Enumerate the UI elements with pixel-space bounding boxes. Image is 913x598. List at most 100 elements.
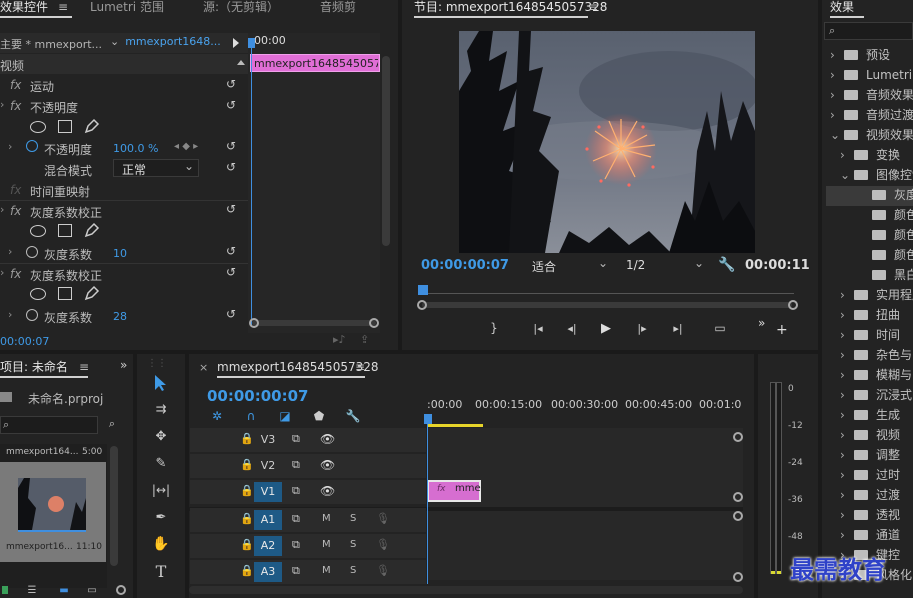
program-zoom-bar[interactable]: [422, 302, 792, 308]
icon-view-icon[interactable]: ▬: [56, 584, 72, 596]
effects-item[interactable]: › 预设: [826, 46, 890, 66]
tab-audio-clip-mixer[interactable]: 音频剪: [320, 0, 356, 18]
track-target-button[interactable]: V1: [254, 482, 282, 502]
opacity-value[interactable]: 100.0 %: [113, 142, 158, 155]
linked-selection-icon[interactable]: ∩: [243, 408, 259, 424]
effects-item[interactable]: 颜色: [826, 226, 913, 246]
lock-icon[interactable]: 🔒: [240, 512, 254, 525]
effects-item[interactable]: › 调整: [826, 446, 900, 466]
eye-icon[interactable]: 👁: [320, 484, 335, 498]
scrollbar-vertical[interactable]: [382, 56, 390, 246]
reset-icon[interactable]: ↺: [226, 78, 238, 90]
sync-lock-icon[interactable]: ⧉: [292, 564, 300, 578]
reset-icon[interactable]: ↺: [226, 99, 238, 111]
ripple-edit-tool-icon[interactable]: ✥: [150, 425, 172, 447]
clip-selector[interactable]: ⌄ mmexport1648...: [110, 35, 221, 48]
video-preview[interactable]: [459, 31, 755, 253]
pen-mask-icon[interactable]: [84, 222, 100, 238]
timeline-hscroll[interactable]: [189, 586, 743, 594]
solo-button[interactable]: S: [350, 565, 356, 576]
add-button-icon[interactable]: +: [776, 322, 788, 338]
snap-icon[interactable]: ✲: [209, 408, 225, 424]
tab-menu-icon[interactable]: ≡: [58, 1, 68, 13]
mute-button[interactable]: M: [322, 513, 331, 524]
type-tool-icon[interactable]: T: [150, 560, 172, 582]
effects-item[interactable]: › 视频: [826, 426, 900, 446]
sync-lock-icon[interactable]: ⧉: [292, 538, 300, 552]
zoom-handle-left[interactable]: [249, 318, 259, 328]
effects-item[interactable]: › 实用程序: [826, 286, 913, 306]
gamma-effect-label[interactable]: 灰度系数校正: [30, 204, 102, 221]
selection-tool-icon[interactable]: [150, 372, 172, 394]
track-select-tool-icon[interactable]: ⇉: [150, 398, 172, 420]
list-view-icon[interactable]: ☰: [24, 584, 40, 596]
play-only-icon[interactable]: [233, 38, 239, 48]
timeline-settings-wrench-icon[interactable]: 🔧: [345, 408, 361, 424]
effects-item[interactable]: › 通道: [826, 526, 900, 546]
effects-item[interactable]: › 透视: [826, 506, 900, 526]
effects-item[interactable]: ⌄ 图像控制: [826, 166, 913, 186]
sync-lock-icon[interactable]: ⧉: [292, 458, 300, 472]
gamma-value[interactable]: 10: [113, 247, 127, 260]
timeline-vscroll-mid[interactable]: [733, 492, 743, 502]
reset-icon[interactable]: ↺: [226, 308, 238, 320]
pen-mask-icon[interactable]: [84, 285, 100, 301]
go-to-in-icon[interactable]: |◂: [528, 320, 548, 336]
lock-icon[interactable]: 🔒: [240, 484, 254, 497]
reset-icon[interactable]: ↺: [226, 203, 238, 215]
effects-item[interactable]: › 沉浸式: [826, 386, 912, 406]
effects-item[interactable]: ⌄ 视频效果: [826, 126, 913, 146]
timeline-playhead-handle[interactable]: [424, 414, 432, 424]
marker-icon[interactable]: ⬟: [311, 408, 327, 424]
effects-search-input[interactable]: ⌕: [824, 22, 913, 40]
play-audio-icon[interactable]: ▸♪: [333, 333, 346, 346]
keyframe-nav-icon[interactable]: ◂ ◆ ▸: [174, 141, 198, 152]
razor-tool-icon[interactable]: ✎: [150, 452, 172, 474]
effects-item[interactable]: › 音频效果: [826, 86, 913, 106]
timeline-vscroll-mid2[interactable]: [733, 511, 743, 521]
step-forward-icon[interactable]: |▸: [634, 320, 650, 336]
find-icon[interactable]: ⌕: [104, 416, 120, 432]
lock-icon[interactable]: [2, 586, 8, 594]
zoom-slider-handle[interactable]: [116, 585, 126, 595]
hand-tool-icon[interactable]: ✋: [150, 533, 172, 555]
effects-item[interactable]: › 模糊与: [826, 366, 912, 386]
export-icon[interactable]: ⇪: [360, 333, 369, 346]
ellipse-mask-icon[interactable]: [30, 225, 46, 237]
close-icon[interactable]: ×: [199, 361, 208, 374]
add-marker-nested-icon[interactable]: ◪: [277, 408, 293, 424]
timeline-vscroll-top[interactable]: [733, 432, 743, 442]
lock-icon[interactable]: 🔒: [240, 432, 254, 445]
mute-button[interactable]: M: [322, 565, 331, 576]
sync-lock-icon[interactable]: ⧉: [292, 432, 300, 446]
reset-icon[interactable]: ↺: [226, 245, 238, 257]
solo-button[interactable]: S: [350, 513, 356, 524]
mute-button[interactable]: M: [322, 539, 331, 550]
track-target-button[interactable]: A1: [254, 510, 282, 530]
reset-icon[interactable]: ↺: [226, 161, 238, 173]
program-time-ruler[interactable]: [420, 288, 794, 294]
reset-icon[interactable]: ↺: [226, 140, 238, 152]
ellipse-mask-icon[interactable]: [30, 121, 46, 133]
expand-icon[interactable]: ›: [0, 98, 4, 111]
sync-lock-icon[interactable]: ⧉: [292, 512, 300, 526]
resolution-dropdown[interactable]: 1/2 ⌄: [622, 256, 706, 274]
effects-item[interactable]: 灰度: [826, 186, 913, 206]
current-timecode[interactable]: 00:00:07: [0, 335, 49, 348]
effects-item[interactable]: › 生成: [826, 406, 900, 426]
rectangle-mask-icon[interactable]: [58, 287, 72, 300]
fit-dropdown[interactable]: 适合 ⌄: [524, 256, 610, 274]
effects-item[interactable]: › 过时: [826, 466, 900, 486]
time-remap-label[interactable]: 时间重映射: [30, 183, 90, 200]
more-icon[interactable]: »: [758, 316, 765, 330]
wrench-icon[interactable]: 🔧: [718, 256, 736, 274]
timeline-vscroll-bottom[interactable]: [733, 572, 743, 582]
go-to-out-icon[interactable]: ▸|: [668, 320, 688, 336]
expand-icon[interactable]: ›: [0, 266, 4, 279]
stopwatch-icon[interactable]: [26, 140, 38, 152]
microphone-icon[interactable]: 🎙: [376, 538, 390, 551]
project-scrollbar[interactable]: [110, 446, 118, 566]
gamma-value-2[interactable]: 28: [113, 310, 127, 323]
track-target-button[interactable]: A3: [254, 562, 282, 582]
effects-item[interactable]: › 音频过渡: [826, 106, 913, 126]
